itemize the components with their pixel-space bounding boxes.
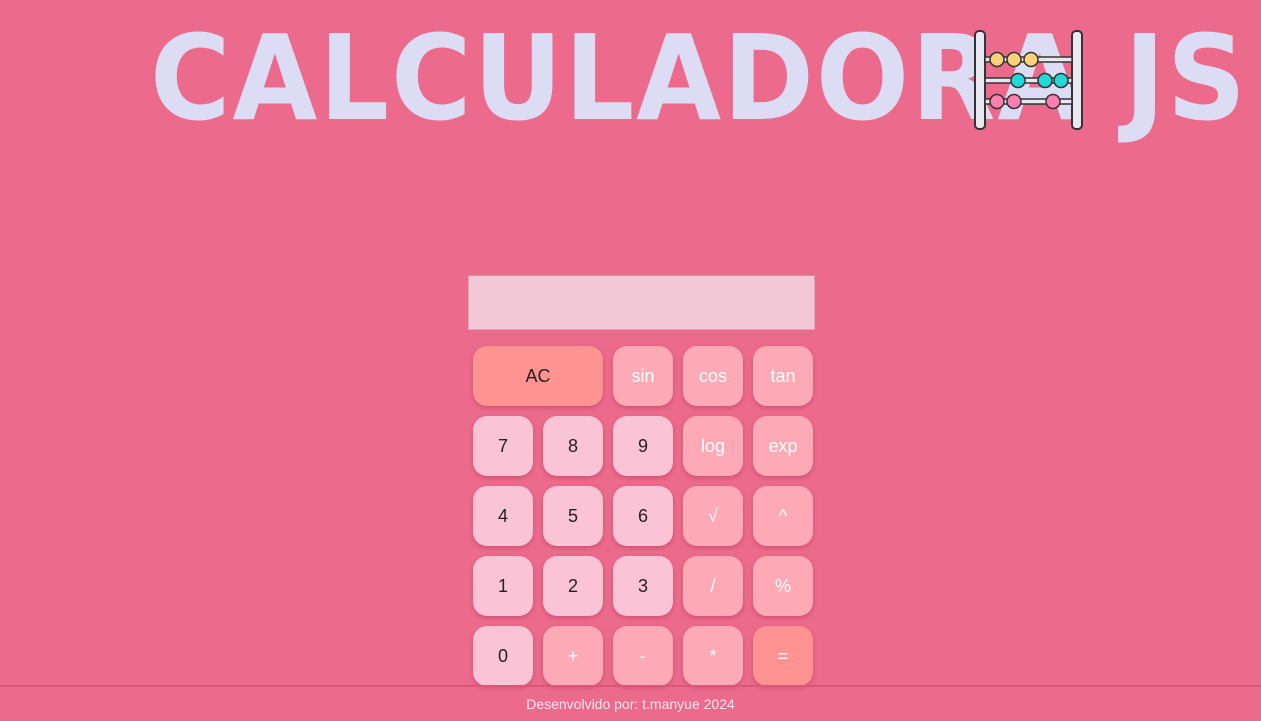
footer-credit: Desenvolvido por: t.manyue 2024 bbox=[526, 696, 735, 712]
digit-2-button[interactable]: 2 bbox=[543, 556, 603, 616]
log-button[interactable]: log bbox=[683, 416, 743, 476]
digit-4-button[interactable]: 4 bbox=[473, 486, 533, 546]
sin-button[interactable]: sin bbox=[613, 346, 673, 406]
multiply-button[interactable]: * bbox=[683, 626, 743, 686]
divide-button[interactable]: / bbox=[683, 556, 743, 616]
minus-button[interactable]: - bbox=[613, 626, 673, 686]
clear-button[interactable]: AC bbox=[473, 346, 603, 406]
digit-8-button[interactable]: 8 bbox=[543, 416, 603, 476]
power-button[interactable]: ^ bbox=[753, 486, 813, 546]
digit-3-button[interactable]: 3 bbox=[613, 556, 673, 616]
equals-button[interactable]: = bbox=[753, 626, 813, 686]
digit-7-button[interactable]: 7 bbox=[473, 416, 533, 476]
percent-button[interactable]: % bbox=[753, 556, 813, 616]
plus-button[interactable]: + bbox=[543, 626, 603, 686]
digit-1-button[interactable]: 1 bbox=[473, 556, 533, 616]
calculator-display[interactable] bbox=[468, 275, 815, 330]
digit-0-button[interactable]: 0 bbox=[473, 626, 533, 686]
footer: Desenvolvido por: t.manyue 2024 bbox=[0, 685, 1261, 721]
digit-5-button[interactable]: 5 bbox=[543, 486, 603, 546]
digit-6-button[interactable]: 6 bbox=[613, 486, 673, 546]
abacus-icon bbox=[972, 28, 1086, 132]
tan-button[interactable]: tan bbox=[753, 346, 813, 406]
header: CALCULADORA JS bbox=[150, 19, 1261, 137]
digit-9-button[interactable]: 9 bbox=[613, 416, 673, 476]
page: CALCULADORA JS AC sin cos tan 7 8 9 log … bbox=[0, 0, 1261, 721]
exp-button[interactable]: exp bbox=[753, 416, 813, 476]
cos-button[interactable]: cos bbox=[683, 346, 743, 406]
sqrt-button[interactable]: √ bbox=[683, 486, 743, 546]
